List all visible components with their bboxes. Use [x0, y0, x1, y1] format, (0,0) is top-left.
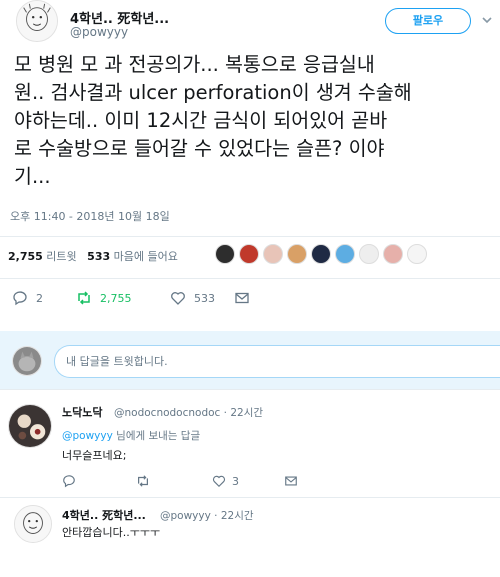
liker-avatar[interactable]: [383, 244, 403, 264]
like-action[interactable]: 533: [170, 290, 234, 306]
message-icon: [235, 292, 249, 304]
retweet-count: 2,755: [8, 250, 43, 263]
message-icon: [285, 476, 297, 486]
reply-retweet-action[interactable]: [136, 474, 212, 488]
reply-icon: [63, 475, 75, 488]
reply-message-action[interactable]: [284, 474, 298, 488]
tweet-timestamp[interactable]: 오후 11:40 - 2018년 10월 18일: [10, 208, 170, 224]
reply-action[interactable]: 2: [12, 290, 76, 306]
reply-author-avatar[interactable]: [8, 404, 52, 448]
divider: [0, 236, 500, 237]
divider: [0, 278, 500, 279]
tweet-text: 모 병원 모 과 전공의가... 복통으로 응급실내 원.. 검사결과 ulce…: [14, 53, 412, 188]
liker-avatars: [215, 244, 427, 264]
reply-actions: 3: [62, 474, 298, 488]
like-stats[interactable]: 533 마음에 들어요: [87, 250, 178, 263]
heart-icon: [212, 475, 226, 488]
retweet-icon: [138, 475, 148, 487]
reply-icon: [13, 291, 27, 306]
follow-button[interactable]: 팔로우: [385, 8, 471, 34]
retweet-action-count: 2,755: [100, 291, 132, 305]
current-user-avatar[interactable]: [12, 346, 42, 376]
author-avatar[interactable]: [16, 0, 58, 42]
reply-meta[interactable]: @powyyy · 22시간: [160, 508, 254, 523]
tweet-stats: 2,755 리트윗 533 마음에 들어요: [8, 248, 178, 264]
retweet-action[interactable]: 2,755: [76, 290, 170, 306]
tweet-actions: 2 2,755 533: [12, 290, 250, 306]
reply-input[interactable]: 내 답글을 트윗합니다.: [54, 345, 500, 378]
reply-context: @powyyy 님에게 보내는 답글: [62, 428, 200, 443]
retweet-stat-label: 리트윗: [46, 250, 77, 263]
like-action-count: 533: [194, 291, 215, 305]
reply-count: 2: [36, 291, 43, 305]
like-stat-label: 마음에 들어요: [113, 250, 178, 263]
liker-avatar[interactable]: [407, 244, 427, 264]
liker-avatar[interactable]: [215, 244, 235, 264]
reply-reply-action[interactable]: [62, 474, 136, 488]
reply-meta[interactable]: @nodocnodocnodoc · 22시간: [114, 405, 263, 420]
retweet-stats[interactable]: 2,755 리트윗: [8, 250, 77, 263]
liker-avatar[interactable]: [239, 244, 259, 264]
divider: [0, 389, 500, 390]
liker-avatar[interactable]: [311, 244, 331, 264]
reply-author-avatar[interactable]: [14, 505, 52, 543]
reply-author-name[interactable]: 노닥노닥: [62, 404, 102, 420]
liker-avatar[interactable]: [263, 244, 283, 264]
reply-like-count: 3: [232, 474, 239, 488]
like-count: 533: [87, 250, 111, 263]
direct-message-action[interactable]: [234, 290, 250, 306]
liker-avatar[interactable]: [335, 244, 355, 264]
reply-to-suffix: 님에게 보내는 답글: [116, 430, 201, 442]
chevron-down-icon[interactable]: [480, 13, 494, 27]
reply-like-action[interactable]: 3: [212, 474, 284, 488]
heart-icon: [171, 292, 185, 305]
retweet-icon: [78, 291, 90, 305]
liker-avatar[interactable]: [287, 244, 307, 264]
liker-avatar[interactable]: [359, 244, 379, 264]
divider: [0, 497, 500, 498]
reply-author-name[interactable]: 4학년.. 死학년...: [62, 507, 146, 523]
reply-text: 너무슬프네요;: [62, 449, 127, 462]
author-handle[interactable]: @powyyy: [70, 25, 128, 39]
reply-to-handle[interactable]: @powyyy: [62, 430, 113, 442]
reply-text: 안타깝습니다..ㅜㅜㅜ: [62, 526, 161, 539]
